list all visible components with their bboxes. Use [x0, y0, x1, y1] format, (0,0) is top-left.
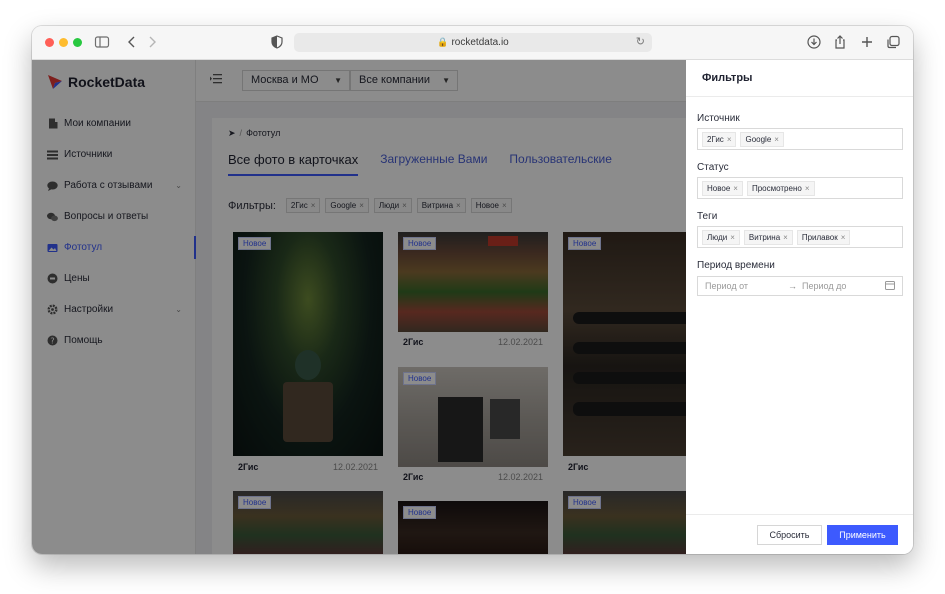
arrow-right-icon: → — [788, 281, 797, 291]
tag-chip[interactable]: Витрина × — [743, 229, 793, 245]
chip-label: Прилавок — [801, 232, 838, 242]
chip-label: Витрина — [748, 232, 781, 242]
close-icon[interactable]: × — [805, 184, 810, 193]
sidebar-toggle-icon[interactable] — [94, 34, 112, 52]
source-chip[interactable]: 2Гис × — [702, 131, 737, 147]
status-label: Статус — [697, 162, 729, 173]
filters-drawer: Фильтры Источник 2Гис × Google × Статус Но… — [686, 60, 913, 554]
share-icon[interactable] — [832, 34, 850, 52]
tag-chip[interactable]: Люди × — [702, 229, 740, 245]
chip-label: Google — [745, 134, 772, 144]
close-icon[interactable]: × — [730, 233, 735, 242]
forward-icon[interactable] — [144, 34, 162, 52]
source-chip[interactable]: Google × — [740, 131, 784, 147]
browser-window: 🔒 rocketdata.io ↻ RocketData Мои компании — [32, 26, 913, 554]
close-icon[interactable]: × — [727, 135, 732, 144]
tabs-overview-icon[interactable] — [885, 34, 903, 52]
status-select[interactable]: Новое × Просмотрено × — [697, 177, 903, 199]
close-icon[interactable]: × — [774, 135, 779, 144]
close-icon[interactable]: × — [733, 184, 738, 193]
tags-select[interactable]: Люди × Витрина × Прилавок × — [697, 226, 903, 248]
minimize-window-button[interactable] — [59, 38, 68, 47]
period-to-input[interactable]: Период до — [802, 281, 846, 291]
close-icon[interactable]: × — [783, 233, 788, 242]
tags-label: Теги — [697, 211, 718, 222]
shield-icon[interactable] — [269, 34, 287, 52]
chip-label: Просмотрено — [751, 183, 802, 193]
source-label: Источник — [697, 113, 740, 124]
status-chip[interactable]: Просмотрено × — [746, 180, 815, 196]
status-chip[interactable]: Новое × — [702, 180, 743, 196]
back-icon[interactable] — [124, 34, 142, 52]
apply-button[interactable]: Применить — [827, 525, 898, 545]
calendar-icon[interactable] — [885, 280, 895, 292]
period-label: Период времени — [697, 260, 775, 271]
app: RocketData Мои компании Источники Работа… — [32, 60, 913, 554]
download-icon[interactable] — [806, 34, 824, 52]
period-range-picker[interactable]: Период от → Период до — [697, 276, 903, 296]
close-icon[interactable]: × — [841, 233, 846, 242]
url-text: rocketdata.io — [451, 37, 509, 48]
new-tab-icon[interactable] — [859, 34, 877, 52]
divider — [686, 514, 913, 515]
reload-icon[interactable]: ↻ — [636, 33, 645, 52]
modal-backdrop[interactable] — [32, 60, 686, 554]
chip-label: Новое — [707, 183, 731, 193]
chip-label: Люди — [707, 232, 728, 242]
drawer-title: Фильтры — [702, 72, 753, 84]
lock-icon: 🔒 — [437, 37, 449, 47]
address-bar[interactable]: 🔒 rocketdata.io ↻ — [294, 33, 652, 52]
divider — [686, 96, 913, 97]
period-from-input[interactable]: Период от — [705, 281, 748, 291]
reset-button[interactable]: Сбросить — [757, 525, 822, 545]
title-bar: 🔒 rocketdata.io ↻ — [32, 26, 913, 60]
close-window-button[interactable] — [45, 38, 54, 47]
source-select[interactable]: 2Гис × Google × — [697, 128, 903, 150]
tag-chip[interactable]: Прилавок × — [796, 229, 851, 245]
chip-label: 2Гис — [707, 134, 724, 144]
zoom-window-button[interactable] — [73, 38, 82, 47]
